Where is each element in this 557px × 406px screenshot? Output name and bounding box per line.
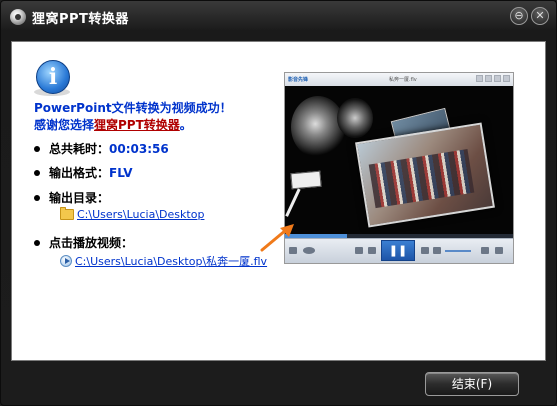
eye-icon [303,247,315,254]
finish-button[interactable]: 结束(F) [425,372,519,396]
bullet-icon [34,239,40,246]
info-icon: i [36,60,70,94]
player-window-buttons [476,75,510,82]
player-controls: ❚❚ [285,238,513,263]
settings-icon [481,247,489,254]
play-label: 点击播放视频： [49,236,134,250]
bullet-icon [34,145,40,152]
output-dir-link[interactable]: C:\Users\Lucia\Desktop [60,207,204,221]
video-frame [285,86,513,234]
thanks-prefix: 感谢您选择 [34,118,95,132]
bullet-icon [34,169,40,176]
video-path[interactable]: C:\Users\Lucia\Desktop\私奔一厦.flv [75,253,267,269]
folder-icon [60,207,74,220]
play-video-icon [60,255,72,267]
converter-window: 狸窝PPT转换器 ⊖ ✕ i PowerPoint文件转换为视频成功！ 感谢您选… [0,0,557,406]
elapsed-label: 总共耗时： [49,142,110,156]
minimize-button[interactable]: ⊖ [510,7,528,25]
stop-icon [355,247,363,254]
elapsed-row: 总共耗时：00:03:56 [34,140,169,157]
play-row: 点击播放视频： [34,234,133,251]
video-link[interactable]: C:\Users\Lucia\Desktop\私奔一厦.flv [60,253,267,269]
success-message: PowerPoint文件转换为视频成功！ 感谢您选择狸窝PPT转换器。 [34,100,232,134]
format-value: FLV [109,166,133,180]
scene-photo [355,122,495,228]
scene-shape [291,96,345,158]
close-button[interactable]: ✕ [531,7,549,25]
bullet-icon [34,194,40,201]
volume-icon [433,247,441,254]
playlist-icon [495,247,503,254]
player-titlebar: 影音先锋 私奔一厦.flv [285,73,513,86]
player-app-label: 影音先锋 [288,77,309,83]
pause-icon: ❚❚ [381,240,415,261]
format-label: 输出格式： [49,166,110,180]
brand-link[interactable]: 狸窝PPT转换器 [94,118,180,132]
elapsed-value: 00:03:56 [109,142,169,156]
app-logo-icon [10,9,26,25]
format-row: 输出格式：FLV [34,164,133,181]
output-dir-label: 输出目录： [49,191,110,205]
title-bar[interactable]: 狸窝PPT转换器 ⊖ ✕ [1,1,556,33]
thanks-suffix: 。 [179,118,192,132]
thanks-line: 感谢您选择狸窝PPT转换器。 [34,117,232,134]
output-dir-path[interactable]: C:\Users\Lucia\Desktop [77,208,204,221]
prev-icon [368,247,376,254]
window-title: 狸窝PPT转换器 [32,12,129,27]
footer-bar: 结束(F) [1,361,556,405]
player-file-title: 私奔一厦.flv [389,77,417,83]
output-dir-row: 输出目录： [34,189,109,206]
volume-slider [445,250,471,252]
result-panel: i PowerPoint文件转换为视频成功！ 感谢您选择狸窝PPT转换器。 总共… [11,41,546,361]
arrow-icon [260,224,294,252]
scene-shape [337,98,373,138]
video-player-preview: 影音先锋 私奔一厦.flv ❚❚ [284,72,514,264]
scene-sign [290,170,322,190]
next-icon [421,247,429,254]
success-line: PowerPoint文件转换为视频成功！ [34,101,232,115]
